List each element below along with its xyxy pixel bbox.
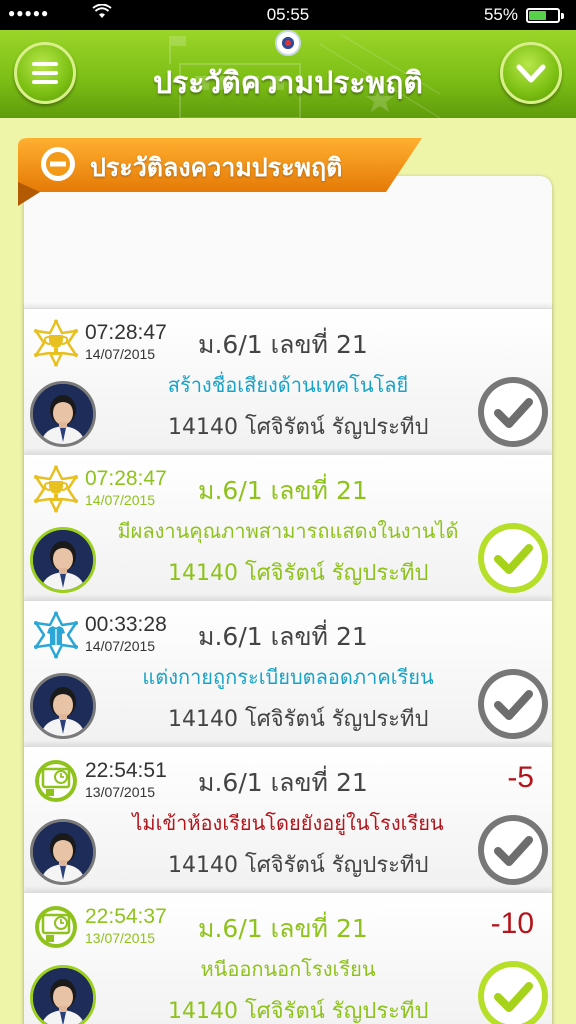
- avatar: [30, 527, 96, 593]
- list-item[interactable]: 07:28:47 14/07/2015 ม.6/1 เลขที่ 21 สร้างชื…: [24, 308, 552, 454]
- avatar: [30, 381, 96, 447]
- unchecked-icon[interactable]: [476, 375, 550, 449]
- clock-classroom-icon: [32, 903, 80, 951]
- clock-classroom-icon: [32, 757, 80, 805]
- chevron-down-icon: [516, 64, 546, 83]
- record-time: 22:54:51: [85, 759, 167, 782]
- list-item[interactable]: 22:54:37 13/07/2015 ม.6/1 เลขที่ 21 -10 หนีอ…: [24, 892, 552, 1024]
- student-class: ม.6/1 เลขที่ 21: [198, 330, 368, 359]
- behavior-points: -10: [490, 907, 534, 940]
- section-title: ประวัติลงความประพฤติ: [90, 153, 343, 182]
- record-time: 07:28:47: [85, 467, 167, 490]
- checked-icon[interactable]: [476, 959, 550, 1024]
- student-name: 14140 โศจิรัตน์ รัญประทีป: [168, 561, 429, 586]
- behavior-description: ไม่เข้าห้องเรียนโดยยังอยู่ในโรงเรียน: [132, 811, 444, 835]
- record-time: 07:28:47: [85, 321, 167, 344]
- trophy-star-icon: [32, 465, 80, 513]
- behavior-description: หนีออกนอกโรงเรียน: [200, 957, 376, 981]
- student-class: ม.6/1 เลขที่ 21: [198, 622, 368, 651]
- behavior-description: มีผลงานคุณภาพสามารถแสดงในงานได้: [117, 519, 459, 543]
- student-name: 14140 โศจิรัตน์ รัญประทีป: [168, 415, 429, 440]
- behavior-description: แต่งกายถูกระเบียบตลอดภาคเรียน: [142, 665, 434, 689]
- record-date: 13/07/2015: [85, 784, 156, 800]
- page-title: ประวัติความประพฤติ: [153, 66, 423, 101]
- student-class: ม.6/1 เลขที่ 21: [198, 768, 368, 797]
- section-header[interactable]: ประวัติลงความประพฤติ: [14, 136, 424, 208]
- battery-percent: 55%: [483, 5, 518, 24]
- app-header: ประวัติความประพฤติ: [0, 30, 576, 118]
- status-bar: ●●●●● 05:55 55%: [0, 0, 576, 30]
- dropdown-button[interactable]: [500, 42, 562, 104]
- list-item[interactable]: 00:33:28 14/07/2015 ม.6/1 เลขที่ 21 แต่งกาย…: [24, 600, 552, 746]
- battery-icon: [526, 8, 564, 23]
- minus-circle-icon: [41, 147, 75, 181]
- avatar: [30, 673, 96, 739]
- avatar: [30, 965, 96, 1024]
- uniform-star-icon: [32, 611, 80, 659]
- record-date: 14/07/2015: [85, 638, 156, 654]
- list-item[interactable]: 07:28:47 14/07/2015 ม.6/1 เลขที่ 21 มีผลงาน…: [24, 454, 552, 600]
- student-class: ม.6/1 เลขที่ 21: [198, 476, 368, 505]
- unchecked-icon[interactable]: [476, 667, 550, 741]
- behavior-description: สร้างชื่อเสียงด้านเทคโนโลยี: [167, 373, 409, 397]
- checked-icon[interactable]: [476, 521, 550, 595]
- school-logo: [275, 30, 301, 56]
- student-name: 14140 โศจิรัตน์ รัญประทีป: [168, 853, 429, 878]
- record-time: 22:54:37: [85, 905, 167, 928]
- student-name: 14140 โศจิรัตน์ รัญประทีป: [168, 707, 429, 732]
- record-date: 13/07/2015: [85, 930, 156, 946]
- student-name: 14140 โศจิรัตน์ รัญประทีป: [168, 999, 429, 1024]
- avatar: [30, 819, 96, 885]
- trophy-star-icon: [32, 319, 80, 367]
- record-time: 00:33:28: [85, 613, 167, 636]
- student-class: ม.6/1 เลขที่ 21: [198, 914, 368, 943]
- unchecked-icon[interactable]: [476, 813, 550, 887]
- record-date: 14/07/2015: [85, 346, 156, 362]
- list-item[interactable]: 22:54:51 13/07/2015 ม.6/1 เลขที่ 21 -5 ไม่เข…: [24, 746, 552, 892]
- behavior-points: -5: [507, 761, 534, 794]
- record-date: 14/07/2015: [85, 492, 156, 508]
- behavior-records-list: 07:28:47 14/07/2015 ม.6/1 เลขที่ 21 สร้างชื…: [24, 308, 552, 1024]
